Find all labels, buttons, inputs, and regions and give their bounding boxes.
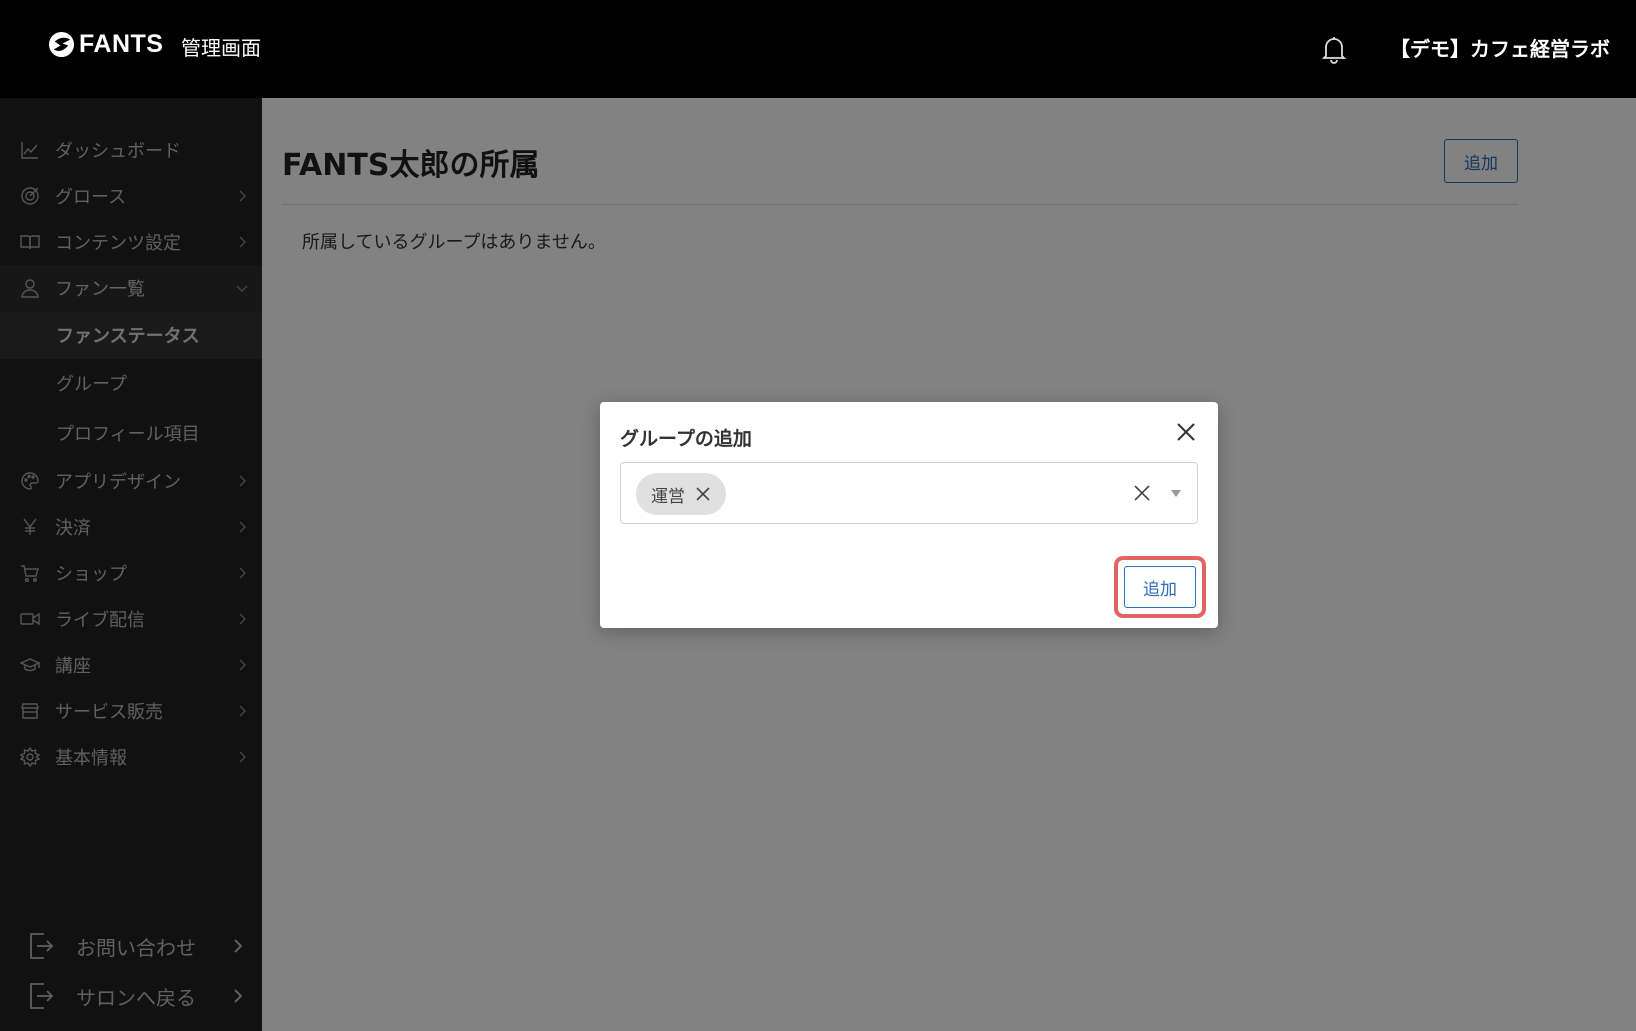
fants-logo[interactable]: FANTS: [48, 30, 163, 59]
fants-logo-icon: [48, 31, 75, 58]
logo-text: FANTS: [79, 30, 164, 58]
modal-add-button[interactable]: 追加: [1124, 566, 1196, 608]
chip-label: 運営: [651, 486, 685, 507]
org-name[interactable]: 【デモ】カフェ経営ラボ: [1390, 33, 1610, 62]
add-group-modal: グループの追加 運営 追加: [600, 402, 1218, 628]
clear-selection-icon[interactable]: [1133, 484, 1151, 502]
admin-label: 管理画面: [181, 36, 261, 60]
modal-title: グループの追加: [620, 428, 752, 450]
selected-group-chip: 運営: [636, 473, 726, 515]
group-select[interactable]: 運営: [620, 462, 1198, 524]
top-bar: FANTS 管理画面 【デモ】カフェ経営ラボ: [0, 0, 1636, 98]
bell-icon[interactable]: [1320, 34, 1348, 64]
close-icon[interactable]: [1174, 420, 1198, 444]
chip-remove-icon[interactable]: [695, 486, 711, 502]
caret-down-icon[interactable]: [1171, 490, 1181, 498]
